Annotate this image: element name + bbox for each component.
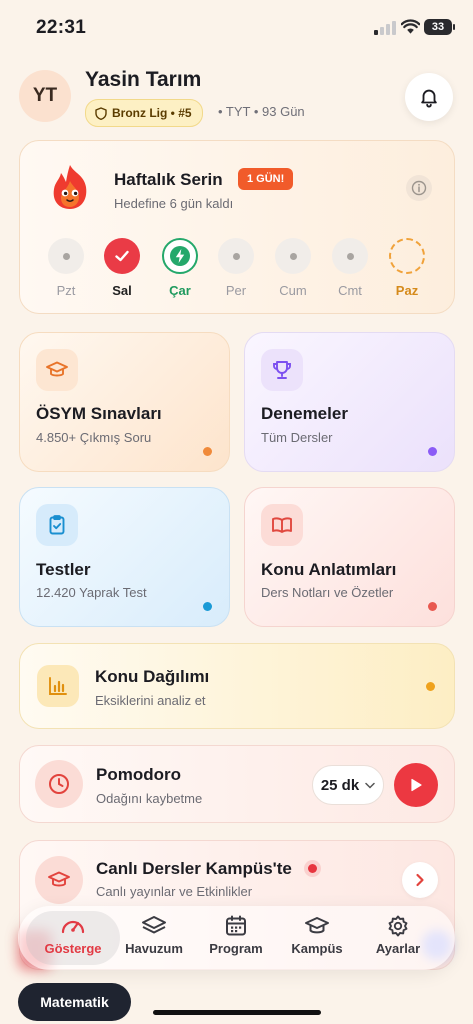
user-name: Yasin Tarım <box>85 68 202 91</box>
osym-subtitle: 4.850+ Çıkmış Soru <box>36 430 152 445</box>
konu-title: Konu Anlatımları <box>261 560 397 579</box>
clock-icon <box>49 774 69 794</box>
day-circle-per <box>218 238 254 274</box>
day-label-per: Per <box>225 283 247 298</box>
status-time: 22:31 <box>36 17 87 38</box>
dagilim-icon-tile <box>37 665 79 707</box>
day-label-car: Çar <box>169 283 191 298</box>
gauge-icon <box>61 920 85 934</box>
info-icon <box>411 180 427 196</box>
bar-chart-icon <box>49 677 67 695</box>
graduation-cap-icon <box>305 917 329 934</box>
calendar-icon <box>226 915 246 936</box>
day-label-sal: Sal <box>112 283 132 298</box>
notifications-button[interactable] <box>405 73 453 121</box>
nav-label-program: Program <box>209 941 263 956</box>
clipboard-check-icon <box>49 515 65 535</box>
gear-icon <box>388 915 408 937</box>
konu-subtitle: Ders Notları ve Özetler <box>261 585 394 600</box>
league-label: Bronz Lig • #5 <box>112 106 192 120</box>
live-open-button[interactable] <box>402 862 438 898</box>
nav-item-gosterge[interactable]: Gösterge <box>33 914 113 956</box>
layers-icon <box>142 916 166 934</box>
day-circle-pzt <box>48 238 84 274</box>
day-circle-car <box>162 238 198 274</box>
konu-indicator-dot <box>428 602 437 611</box>
osym-indicator-dot <box>203 447 212 456</box>
league-badge[interactable]: Bronz Lig • #5 <box>85 99 203 127</box>
dagilim-subtitle: Eksiklerini analiz et <box>95 693 206 708</box>
duration-value: 25 dk <box>320 776 360 794</box>
pomodoro-icon-circle <box>35 760 83 808</box>
day-circle-sal <box>104 238 140 274</box>
info-button[interactable] <box>406 175 432 201</box>
live-icon-circle <box>35 856 83 904</box>
testler-subtitle: 12.420 Yaprak Test <box>36 585 147 600</box>
osym-icon-tile <box>36 349 78 391</box>
pomodoro-duration-select[interactable]: 25 dk <box>312 765 384 805</box>
open-book-icon <box>272 517 292 533</box>
graduation-cap-icon <box>46 361 68 377</box>
nav-item-havuzum[interactable]: Havuzum <box>114 914 194 956</box>
konu-icon-tile <box>261 504 303 546</box>
denemeler-icon-tile <box>261 349 303 391</box>
streak-count-badge: 1 GÜN! <box>238 168 294 190</box>
shield-icon <box>95 106 107 120</box>
streak-title: Haftalık Serin <box>114 170 223 189</box>
dagilim-title: Konu Dağılımı <box>95 667 210 686</box>
play-icon <box>411 778 422 792</box>
live-subtitle: Canlı yayınlar ve Etkinlikler <box>96 884 253 899</box>
denemeler-indicator-dot <box>428 447 437 456</box>
day-circle-cum <box>275 238 311 274</box>
streak-subtitle: Hedefine 6 gün kaldı <box>114 196 234 211</box>
home-indicator[interactable] <box>153 1010 321 1015</box>
live-title: Canlı Dersler Kampüs'te <box>96 859 292 878</box>
chevron-right-icon <box>416 873 424 887</box>
nav-label-gosterge: Gösterge <box>44 941 102 956</box>
testler-title: Testler <box>36 560 91 579</box>
dagilim-indicator-dot <box>426 682 435 691</box>
bell-icon <box>421 89 437 108</box>
lightning-icon <box>170 246 190 266</box>
nav-item-kampus[interactable]: Kampüs <box>277 914 357 956</box>
nav-label-kampus: Kampüs <box>291 941 343 956</box>
pomodoro-subtitle: Odağını kaybetme <box>96 791 203 806</box>
cellular-signal-icon <box>374 21 396 35</box>
nav-item-program[interactable]: Program <box>196 914 276 956</box>
battery-indicator: 33 <box>424 19 455 35</box>
trophy-icon <box>273 361 291 379</box>
nav-item-ayarlar[interactable]: Ayarlar <box>358 914 438 956</box>
testler-indicator-dot <box>203 602 212 611</box>
live-indicator-dot <box>308 864 317 873</box>
testler-icon-tile <box>36 504 78 546</box>
day-label-paz: Paz <box>395 283 419 298</box>
pomodoro-card[interactable] <box>19 745 455 823</box>
denemeler-subtitle: Tüm Dersler <box>261 430 333 445</box>
pomodoro-play-button[interactable] <box>394 763 438 807</box>
osym-title: ÖSYM Sınavları <box>36 404 162 423</box>
pomodoro-title: Pomodoro <box>96 765 181 784</box>
day-circle-cmt <box>332 238 368 274</box>
day-label-pzt: Pzt <box>56 283 76 298</box>
konu-dagilimi-card[interactable] <box>19 643 455 729</box>
chevron-down-icon <box>365 782 375 789</box>
flame-mascot-icon <box>53 165 87 209</box>
exam-meta: • TYT • 93 Gün <box>218 104 305 119</box>
graduation-cap-icon <box>48 871 70 887</box>
avatar[interactable]: YT <box>19 70 71 122</box>
nav-label-ayarlar: Ayarlar <box>375 941 421 956</box>
nav-label-havuzum: Havuzum <box>125 941 183 956</box>
day-circle-paz <box>389 238 425 274</box>
wifi-icon <box>401 19 420 34</box>
checkmark-icon <box>115 250 129 262</box>
day-label-cum: Cum <box>279 283 307 298</box>
subject-chip[interactable]: Matematik <box>18 983 131 1021</box>
denemeler-title: Denemeler <box>261 404 348 423</box>
day-label-cmt: Cmt <box>338 283 362 298</box>
